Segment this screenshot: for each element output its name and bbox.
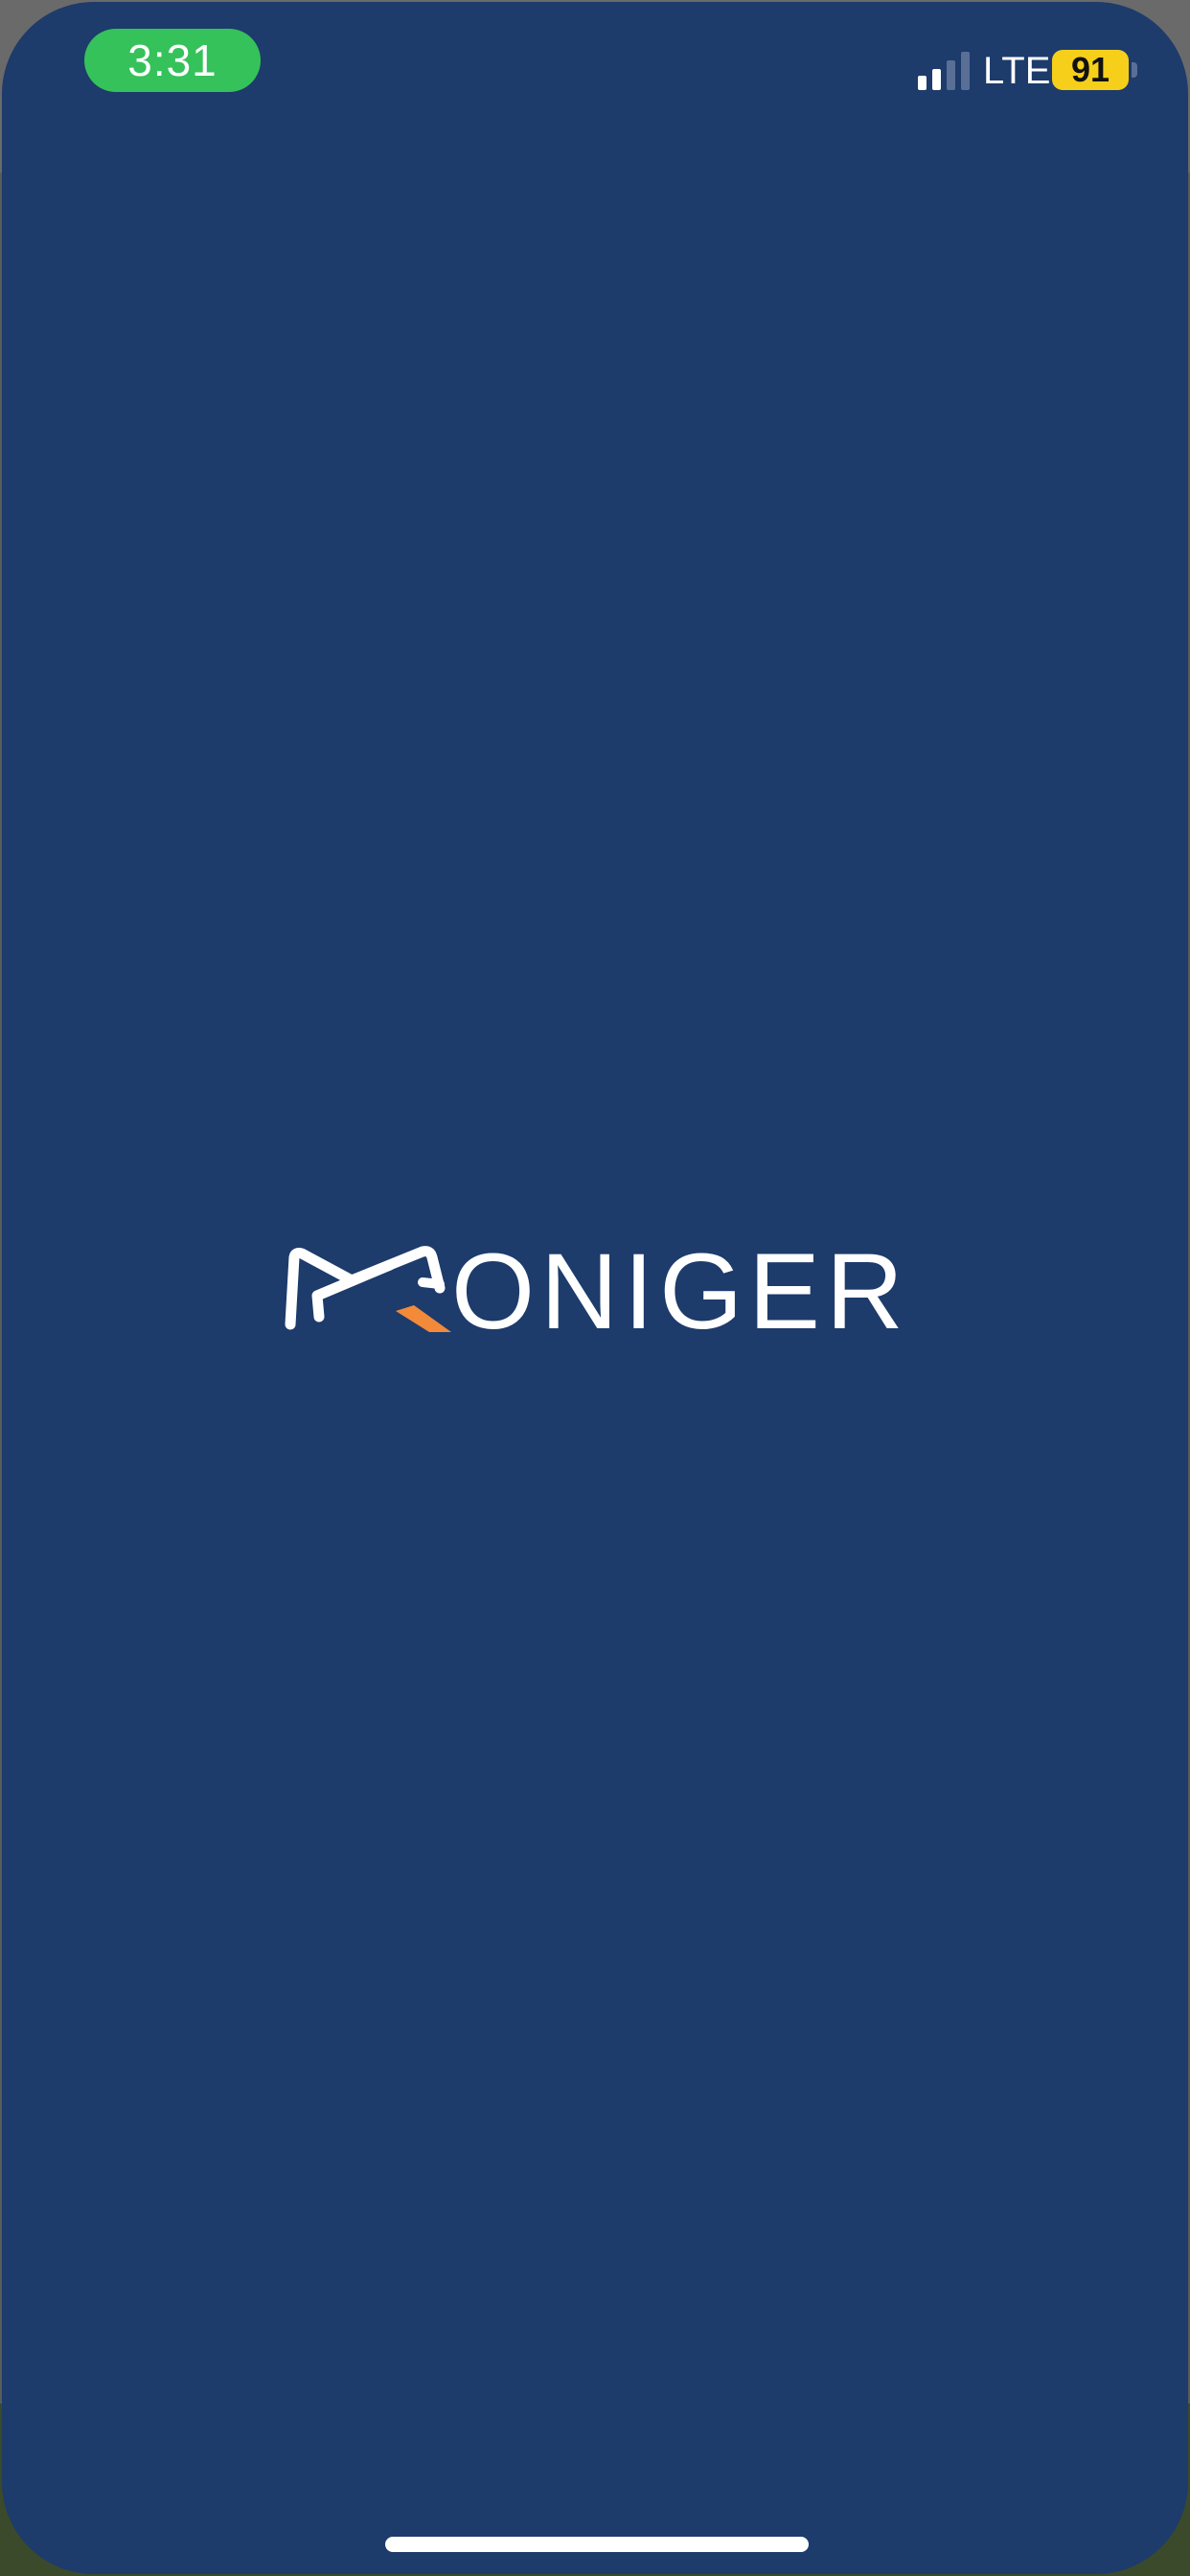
home-indicator[interactable] bbox=[385, 2537, 809, 2552]
moniger-logo: ONIGER bbox=[283, 1238, 917, 1346]
battery-icon: 91 bbox=[1052, 50, 1129, 90]
status-time: 3:31 bbox=[84, 29, 261, 92]
moniger-logo-icon bbox=[285, 1246, 451, 1332]
logo-wordmark-text: ONIGER bbox=[451, 1231, 909, 1351]
cellular-signal-icon bbox=[918, 52, 970, 90]
battery-cap bbox=[1132, 62, 1137, 78]
network-type: LTE bbox=[983, 50, 1051, 92]
logo-wordmark: ONIGER bbox=[451, 1238, 909, 1346]
splash-screen: 3:31 LTE 91 ONIGER bbox=[2, 2, 1188, 2574]
status-bar: 3:31 LTE 91 bbox=[2, 2, 1188, 126]
battery-level: 91 bbox=[1070, 50, 1110, 89]
